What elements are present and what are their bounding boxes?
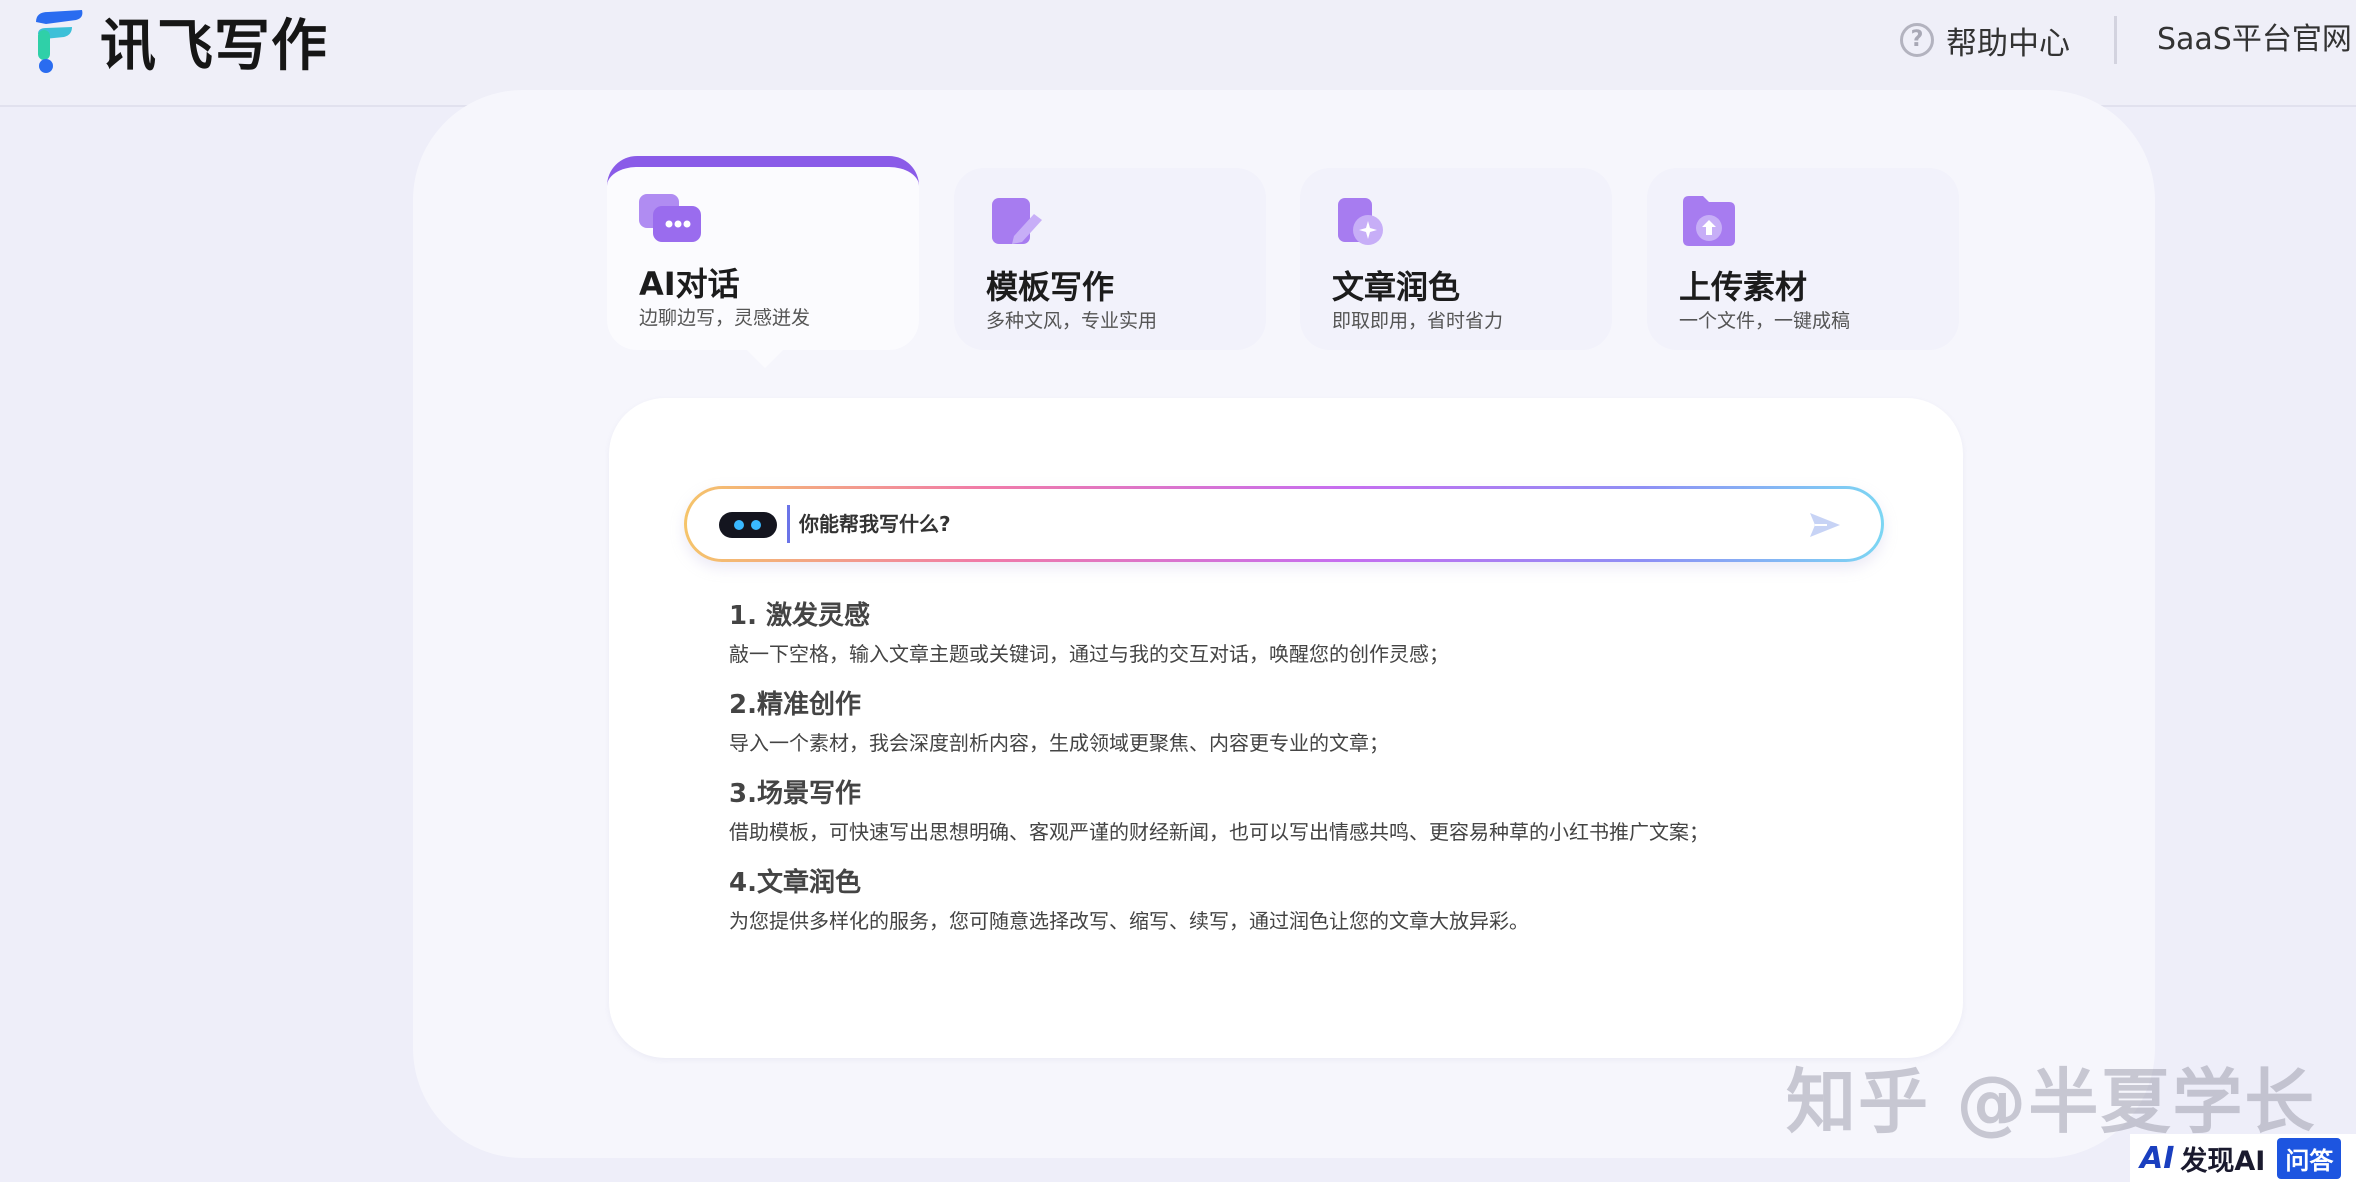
card-upload-material[interactable]: 上传素材 一个文件，一键成稿 (1647, 168, 1959, 350)
card-title: 模板写作 (986, 268, 1115, 306)
robot-eye (751, 520, 761, 530)
site-badge: AI 发现AI 问答 (2130, 1134, 2356, 1182)
tip-title: 2.精准创作 (729, 690, 861, 720)
iflytek-logo-icon (36, 10, 83, 73)
tip-item: 3.场景写作 借助模板，可快速写出思想明确、客观严谨的财经新闻，也可以写出情感共… (729, 776, 1889, 847)
question-circle-icon: ? (1900, 23, 1934, 57)
tip-title: 1. 激发灵感 (729, 601, 871, 631)
card-title: AI对话 (639, 265, 740, 303)
card-subtitle: 边聊边写，灵感迸发 (639, 307, 811, 329)
tip-title: 3.场景写作 (729, 779, 861, 809)
chat-bubble-icon (639, 194, 701, 242)
help-center-link[interactable]: ? 帮助中心 (1900, 20, 2070, 62)
card-article-polish[interactable]: 文章润色 即取即用，省时省力 (1300, 168, 1612, 350)
tip-title: 4.文章润色 (729, 868, 861, 898)
saas-platform-link[interactable]: SaaS平台官网 (2157, 20, 2352, 60)
card-title: 文章润色 (1332, 268, 1461, 306)
chat-area: 你能帮我写什么? 1. 激发灵感 敲一下空格，输入文章主题或关键词，通过与我的交… (609, 398, 1963, 1058)
tip-item: 1. 激发灵感 敲一下空格，输入文章主题或关键词，通过与我的交互对话，唤醒您的创… (729, 598, 1889, 669)
card-template-writing[interactable]: 模板写作 多种文风，专业实用 (954, 168, 1266, 350)
card-title: 上传素材 (1679, 268, 1808, 306)
card-subtitle: 一个文件，一键成稿 (1679, 310, 1851, 332)
robot-icon (719, 512, 777, 538)
text-caret (787, 505, 790, 543)
template-doc-icon (992, 198, 1042, 244)
prompt-input-border: 你能帮我写什么? (684, 486, 1884, 562)
prompt-input[interactable]: 你能帮我写什么? (687, 489, 1881, 559)
card-subtitle: 即取即用，省时省力 (1332, 310, 1504, 332)
polish-doc-icon (1338, 198, 1383, 245)
qa-tag: 问答 (2277, 1137, 2342, 1179)
tip-description: 借助模板，可快速写出思想明确、客观严谨的财经新闻，也可以写出情感共鸣、更容易种草… (729, 820, 1709, 844)
card-subtitle: 多种文风，专业实用 (986, 310, 1158, 332)
usage-tips: 1. 激发灵感 敲一下空格，输入文章主题或关键词，通过与我的交互对话，唤醒您的创… (729, 598, 1889, 936)
send-icon[interactable] (1809, 511, 1841, 539)
ai-logo-mark: AI (2140, 1140, 2175, 1176)
tip-description: 敲一下空格，输入文章主题或关键词，通过与我的交互对话，唤醒您的创作灵感； (729, 642, 1449, 666)
tip-item: 2.精准创作 导入一个素材，我会深度剖析内容，生成领域更聚焦、内容更专业的文章； (729, 687, 1889, 758)
robot-eye (734, 520, 744, 530)
zhihu-watermark: 知乎 @半夏学长 (1786, 1061, 2317, 1143)
upload-folder-icon (1683, 196, 1735, 246)
tip-description: 为您提供多样化的服务，您可随意选择改写、缩写、续写，通过润色让您的文章大放异彩。 (729, 909, 1529, 933)
tip-description: 导入一个素材，我会深度剖析内容，生成领域更聚焦、内容更专业的文章； (729, 731, 1389, 755)
card-ai-chat[interactable]: AI对话 边聊边写，灵感迸发 (607, 156, 919, 368)
app-logo[interactable]: 讯飞写作 (30, 8, 328, 79)
tip-item: 4.文章润色 为您提供多样化的服务，您可随意选择改写、缩写、续写，通过润色让您的… (729, 865, 1889, 936)
site-name: 发现AI (2180, 1145, 2266, 1177)
app-title: 讯飞写作 (100, 13, 328, 79)
prompt-placeholder: 你能帮我写什么? (799, 512, 951, 536)
help-center-label: 帮助中心 (1946, 25, 2070, 62)
header-divider (2114, 16, 2117, 64)
